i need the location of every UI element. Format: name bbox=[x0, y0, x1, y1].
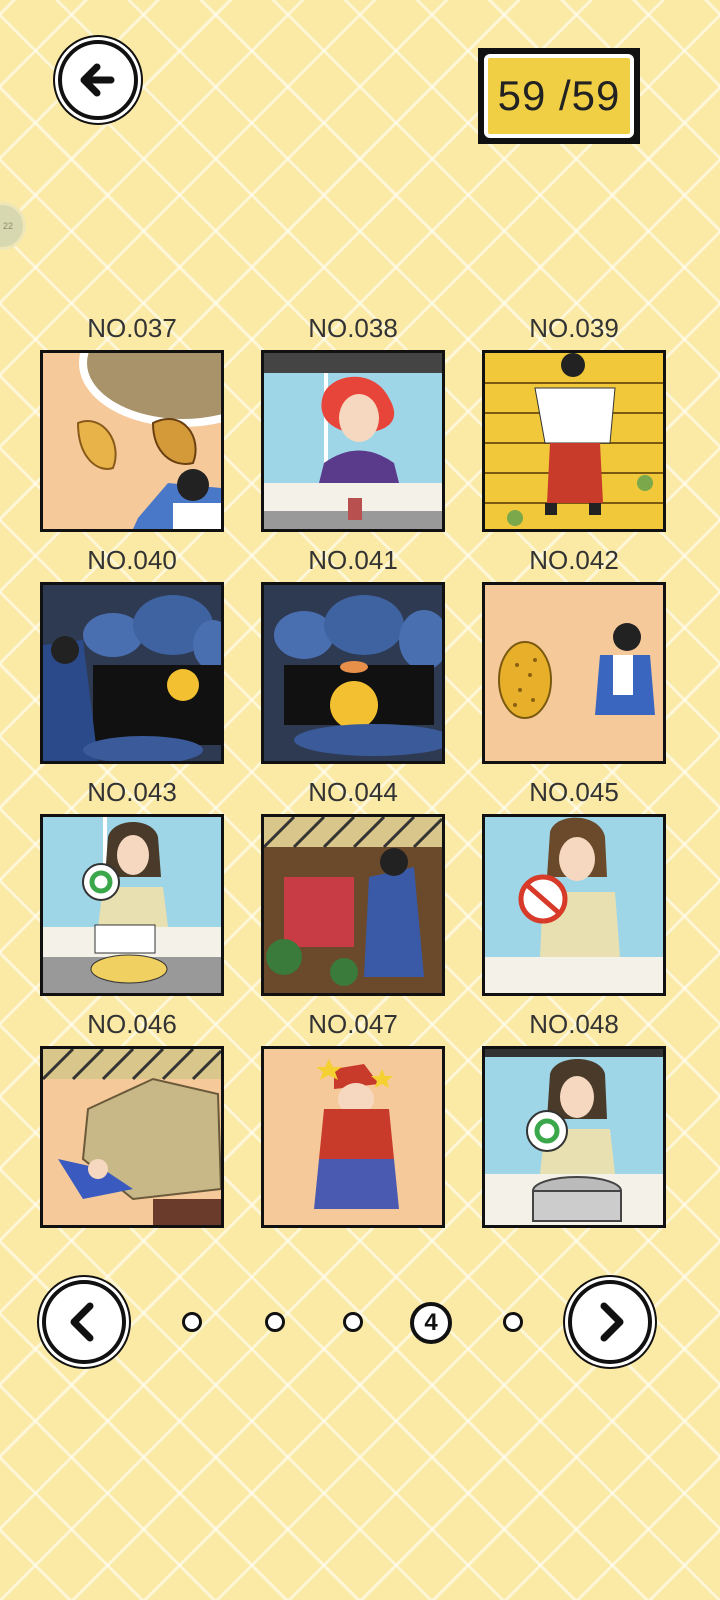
gallery-item[interactable]: NO.041 bbox=[261, 542, 445, 764]
gallery-item-label: NO.046 bbox=[87, 1009, 177, 1039]
pagination: 4 bbox=[0, 1280, 720, 1364]
page-dot-1[interactable] bbox=[182, 1312, 202, 1332]
next-page-button[interactable] bbox=[568, 1280, 652, 1364]
gallery-item[interactable]: NO.042 bbox=[482, 542, 666, 764]
prev-page-button[interactable] bbox=[42, 1280, 126, 1364]
gallery-thumbnail-night-pond[interactable] bbox=[40, 582, 224, 764]
gallery-item-label: NO.044 bbox=[308, 777, 398, 807]
chevron-right-icon bbox=[600, 1302, 624, 1342]
gallery-thumbnail-plumber[interactable] bbox=[261, 1046, 445, 1228]
page-dot-5[interactable] bbox=[503, 1312, 523, 1332]
gallery-item-label: NO.040 bbox=[87, 545, 177, 575]
gallery-thumbnail-redhead[interactable] bbox=[261, 350, 445, 532]
page-dot-3[interactable] bbox=[343, 1312, 363, 1332]
gallery-item-label: NO.045 bbox=[529, 777, 619, 807]
gallery-item[interactable]: NO.038 bbox=[261, 310, 445, 532]
gallery-item[interactable]: NO.048 bbox=[482, 1006, 666, 1228]
gallery-item[interactable]: NO.044 bbox=[261, 774, 445, 996]
side-tab-text: 22 bbox=[2, 221, 13, 231]
gallery-item[interactable]: NO.045 bbox=[482, 774, 666, 996]
side-tab[interactable]: 22 bbox=[0, 202, 26, 250]
back-button[interactable] bbox=[58, 40, 138, 120]
gallery-item[interactable]: NO.043 bbox=[40, 774, 224, 996]
gallery-thumbnail-girl-sign-book[interactable] bbox=[40, 814, 224, 996]
gallery-thumbnail-stage[interactable] bbox=[482, 350, 666, 532]
gallery-item-label: NO.042 bbox=[529, 545, 619, 575]
gallery-item[interactable]: NO.039 bbox=[482, 310, 666, 532]
collection-counter: 59 /59 bbox=[478, 48, 640, 144]
gallery-thumbnail-boulder[interactable] bbox=[40, 1046, 224, 1228]
page-dot-active[interactable]: 4 bbox=[410, 1302, 452, 1344]
gallery-item[interactable]: NO.037 bbox=[40, 310, 224, 532]
gallery-item-label: NO.043 bbox=[87, 777, 177, 807]
gallery-thumbnail-watermelon[interactable] bbox=[261, 814, 445, 996]
gallery-item[interactable]: NO.046 bbox=[40, 1006, 224, 1228]
gallery-item-label: NO.048 bbox=[529, 1009, 619, 1039]
gallery-item-label: NO.037 bbox=[87, 313, 177, 343]
collection-counter-text: 59 /59 bbox=[484, 54, 634, 138]
gallery-item-label: NO.038 bbox=[308, 313, 398, 343]
gallery-thumbnail-girl-no-sign[interactable] bbox=[482, 814, 666, 996]
gallery-thumbnail-croissants[interactable] bbox=[40, 350, 224, 532]
active-page-number: 4 bbox=[424, 1309, 438, 1336]
gallery-item-label: NO.047 bbox=[308, 1009, 398, 1039]
gallery-item-label: NO.039 bbox=[529, 313, 619, 343]
gallery-thumbnail-night-moon[interactable] bbox=[261, 582, 445, 764]
gallery-item[interactable]: NO.040 bbox=[40, 542, 224, 764]
gallery-item[interactable]: NO.047 bbox=[261, 1006, 445, 1228]
page-dot-2[interactable] bbox=[265, 1312, 285, 1332]
gallery-grid: NO.037 NO.038 NO.039 NO.040 NO.041 NO.04… bbox=[40, 310, 666, 1228]
gallery-thumbnail-girl-sign-pot[interactable] bbox=[482, 1046, 666, 1228]
gallery-thumbnail-durian[interactable] bbox=[482, 582, 666, 764]
gallery-item-label: NO.041 bbox=[308, 545, 398, 575]
chevron-left-icon bbox=[70, 1302, 94, 1342]
arrow-left-icon bbox=[80, 63, 115, 97]
